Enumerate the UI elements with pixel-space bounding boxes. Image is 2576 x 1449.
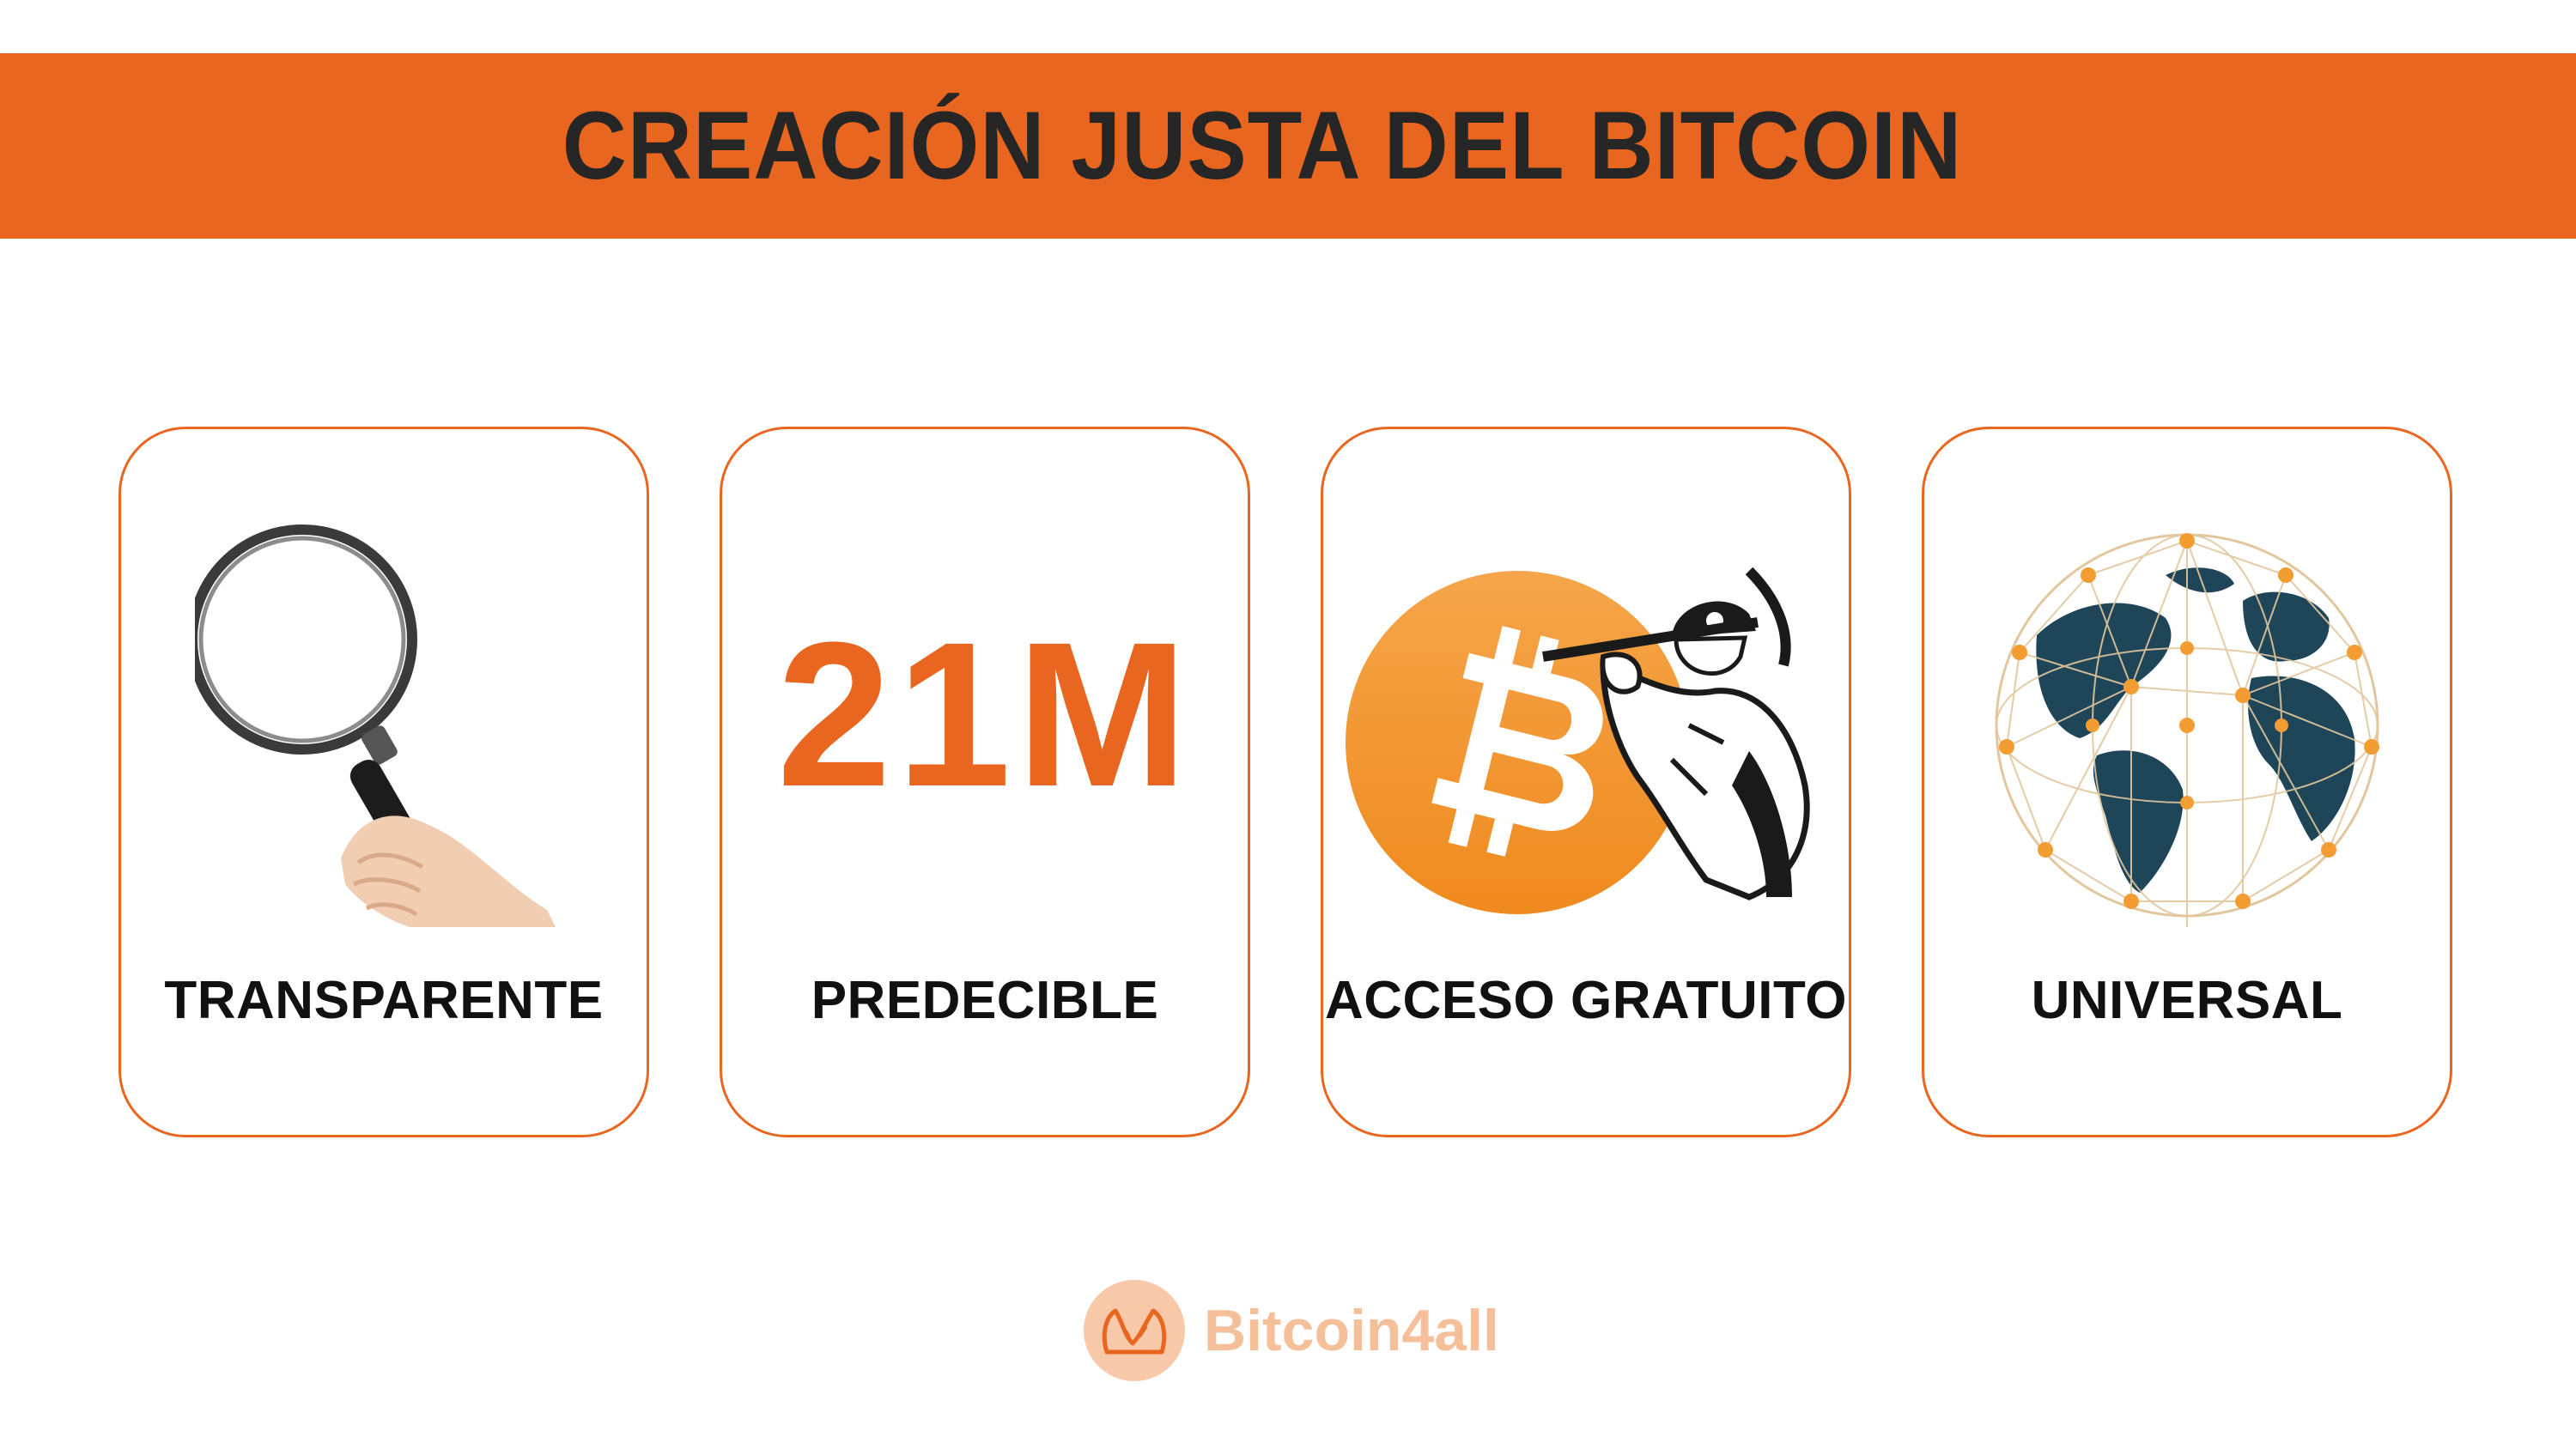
hands-logo-icon — [1084, 1280, 1185, 1381]
card-label: TRANSPARENTE — [164, 971, 604, 1030]
title-banner: CREACIÓN JUSTA DEL BITCOIN — [0, 53, 2576, 239]
card-label: UNIVERSAL — [2031, 971, 2343, 1030]
card-predecible: 21M PREDECIBLE — [720, 427, 1250, 1137]
card-label: ACCESO GRATUITO — [1324, 971, 1847, 1030]
card-label: PREDECIBLE — [811, 971, 1159, 1030]
page-title: CREACIÓN JUSTA DEL BITCOIN — [562, 91, 1963, 200]
card-acceso-gratuito: ACCESO GRATUITO — [1321, 427, 1851, 1137]
footer-logo: Bitcoin4all — [1084, 1279, 1499, 1382]
globe-network-icon — [1995, 533, 2379, 927]
bitcoin-miner-icon — [1346, 567, 1810, 914]
21m-figure: 21M — [777, 614, 1194, 829]
magnifying-glass-icon — [195, 524, 556, 927]
21m-supply-icon: 21M — [777, 614, 1194, 829]
card-transparente: TRANSPARENTE — [118, 427, 649, 1137]
card-universal: UNIVERSAL — [1922, 427, 2452, 1137]
brand-name: Bitcoin4all — [1204, 1298, 1499, 1363]
